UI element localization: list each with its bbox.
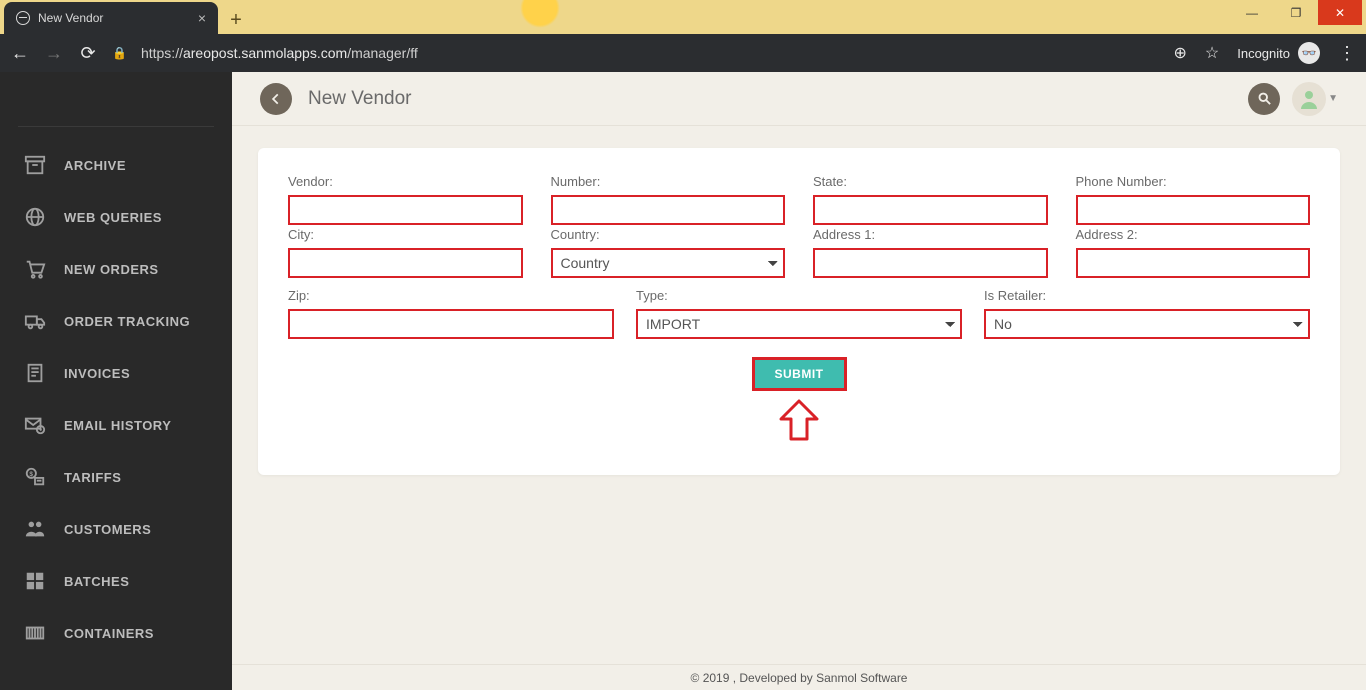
address2-label: Address 2:	[1076, 227, 1311, 242]
sidebar-item-label: WEB QUERIES	[64, 210, 162, 225]
sidebar-divider	[18, 126, 214, 127]
user-avatar[interactable]	[1292, 82, 1326, 116]
svg-text:$: $	[29, 471, 33, 478]
vendor-input[interactable]	[288, 195, 523, 225]
sidebar: ARCHIVE WEB QUERIES NEW ORDERS ORDER TRA…	[0, 72, 232, 690]
sidebar-item-label: CONTAINERS	[64, 626, 154, 641]
arrow-up-annotation-icon	[775, 399, 823, 441]
url-path: /manager/ff	[347, 45, 418, 61]
country-label: Country:	[551, 227, 786, 242]
phone-label: Phone Number:	[1076, 174, 1311, 189]
nav-forward-icon[interactable]: →	[44, 43, 64, 64]
sidebar-item-label: NEW ORDERS	[64, 262, 159, 277]
address1-label: Address 1:	[813, 227, 1048, 242]
truck-icon	[22, 310, 48, 332]
state-label: State:	[813, 174, 1048, 189]
invoice-icon	[22, 362, 48, 384]
browser-url-bar: ← → ⟳ 🔒 https://areopost.sanmolapps.com/…	[0, 34, 1366, 72]
window-maximize-button[interactable]: ❐	[1274, 0, 1318, 25]
sidebar-item-customers[interactable]: CUSTOMERS	[0, 503, 232, 555]
type-select[interactable]: IMPORT	[636, 309, 962, 339]
sidebar-item-label: CUSTOMERS	[64, 522, 151, 537]
sidebar-item-label: BATCHES	[64, 574, 129, 589]
zip-input[interactable]	[288, 309, 614, 339]
sidebar-item-containers[interactable]: CONTAINERS	[0, 607, 232, 659]
lock-icon: 🔒	[112, 46, 127, 60]
nav-reload-icon[interactable]: ⟳	[78, 43, 98, 64]
address1-input[interactable]	[813, 248, 1048, 278]
address2-input[interactable]	[1076, 248, 1311, 278]
incognito-indicator: Incognito 👓	[1237, 42, 1320, 64]
sidebar-item-tariffs[interactable]: $ TARIFFS	[0, 451, 232, 503]
footer: © 2019 , Developed by Sanmol Software	[232, 664, 1366, 690]
sidebar-item-label: EMAIL HISTORY	[64, 418, 171, 433]
cart-icon	[22, 258, 48, 280]
grid-icon	[22, 570, 48, 592]
sidebar-item-label: INVOICES	[64, 366, 130, 381]
sidebar-item-label: ARCHIVE	[64, 158, 126, 173]
page-title: New Vendor	[308, 88, 412, 110]
is-retailer-select[interactable]: No	[984, 309, 1310, 339]
sidebar-item-archive[interactable]: ARCHIVE	[0, 139, 232, 191]
is-retailer-label: Is Retailer:	[984, 288, 1310, 303]
number-input[interactable]	[551, 195, 786, 225]
sidebar-item-new-orders[interactable]: NEW ORDERS	[0, 243, 232, 295]
sidebar-item-invoices[interactable]: INVOICES	[0, 347, 232, 399]
zip-label: Zip:	[288, 288, 614, 303]
back-button[interactable]	[260, 83, 292, 115]
sidebar-item-label: ORDER TRACKING	[64, 314, 190, 329]
tab-favicon-icon	[16, 11, 30, 25]
users-icon	[22, 518, 48, 540]
number-label: Number:	[551, 174, 786, 189]
phone-input[interactable]	[1076, 195, 1311, 225]
user-icon	[1297, 87, 1321, 111]
sidebar-item-label: TARIFFS	[64, 470, 121, 485]
archive-icon	[22, 154, 48, 176]
window-minimize-button[interactable]: —	[1230, 0, 1274, 25]
submit-button[interactable]: SUBMIT	[752, 357, 847, 391]
state-input[interactable]	[813, 195, 1048, 225]
url-display[interactable]: https://areopost.sanmolapps.com/manager/…	[141, 45, 1160, 61]
globe-icon	[22, 206, 48, 228]
vendor-label: Vendor:	[288, 174, 523, 189]
container-icon	[22, 622, 48, 644]
url-scheme: https://	[141, 45, 183, 61]
incognito-label: Incognito	[1237, 46, 1290, 61]
header-bar: New Vendor ▼	[232, 72, 1366, 126]
form-card: Vendor: Number: State: Phone Number:	[258, 148, 1340, 475]
sidebar-item-email-history[interactable]: EMAIL HISTORY	[0, 399, 232, 451]
tab-title: New Vendor	[38, 11, 103, 25]
chevron-left-icon	[269, 92, 283, 106]
tariff-icon: $	[22, 466, 48, 488]
browser-tab-active[interactable]: New Vendor ×	[4, 2, 218, 34]
browser-menu-icon[interactable]: ⋮	[1338, 43, 1356, 64]
city-label: City:	[288, 227, 523, 242]
sidebar-item-batches[interactable]: BATCHES	[0, 555, 232, 607]
page-zoom-icon[interactable]: ⊕	[1173, 43, 1186, 63]
tab-close-icon[interactable]: ×	[198, 10, 206, 26]
window-close-button[interactable]: ✕	[1318, 0, 1362, 25]
bookmark-star-icon[interactable]: ☆	[1205, 43, 1219, 63]
new-tab-button[interactable]: +	[222, 6, 250, 34]
decoration-sun-icon	[520, 0, 560, 28]
footer-text: © 2019 , Developed by Sanmol Software	[691, 671, 908, 685]
search-icon	[1257, 91, 1272, 106]
sidebar-item-order-tracking[interactable]: ORDER TRACKING	[0, 295, 232, 347]
search-button[interactable]	[1248, 83, 1280, 115]
mail-clock-icon	[22, 414, 48, 436]
city-input[interactable]	[288, 248, 523, 278]
incognito-icon: 👓	[1298, 42, 1320, 64]
type-label: Type:	[636, 288, 962, 303]
nav-back-icon[interactable]: ←	[10, 43, 30, 64]
chevron-down-icon[interactable]: ▼	[1328, 93, 1338, 104]
sidebar-item-web-queries[interactable]: WEB QUERIES	[0, 191, 232, 243]
url-host: areopost.sanmolapps.com	[183, 45, 347, 61]
window-controls: — ❐ ✕	[1230, 0, 1362, 34]
browser-tab-bar: New Vendor × + — ❐ ✕	[0, 0, 1366, 34]
country-select[interactable]: Country	[551, 248, 786, 278]
